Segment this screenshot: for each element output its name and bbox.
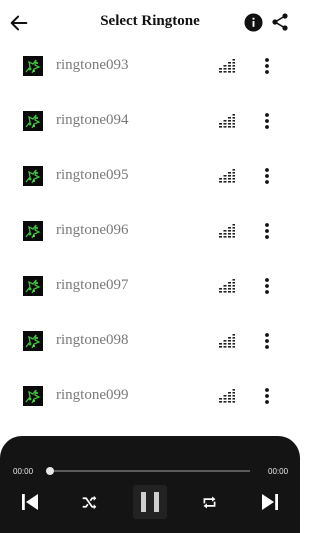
equalizer-icon[interactable]: [218, 278, 236, 294]
ringtone-name: ringtone096: [56, 222, 129, 238]
ringtone-thumbnail: [23, 276, 43, 296]
seek-bar[interactable]: [50, 470, 250, 472]
equalizer-icon[interactable]: [218, 223, 236, 239]
ringtone-name: ringtone093: [56, 57, 129, 73]
ringtone-row[interactable]: ringtone093: [0, 40, 300, 95]
more-options-icon[interactable]: [259, 277, 275, 295]
shuffle-icon[interactable]: [81, 494, 98, 511]
total-time: 00:00: [268, 467, 289, 476]
ringtone-name: ringtone097: [56, 277, 129, 293]
media-player: 00:00 00:00: [0, 436, 300, 533]
more-options-icon[interactable]: [259, 222, 275, 240]
equalizer-icon[interactable]: [218, 388, 236, 404]
pause-icon: [141, 492, 159, 512]
more-options-icon[interactable]: [259, 57, 275, 75]
ringtone-row[interactable]: ringtone094: [0, 95, 300, 150]
ringtone-row[interactable]: ringtone098: [0, 315, 300, 370]
ringtone-thumbnail: [23, 221, 43, 241]
ringtone-name: ringtone094: [56, 112, 129, 128]
equalizer-icon[interactable]: [218, 168, 236, 184]
ringtone-thumbnail: [23, 111, 43, 131]
ringtone-thumbnail: [23, 386, 43, 406]
repeat-icon[interactable]: [201, 494, 218, 511]
current-time: 00:00: [13, 467, 34, 476]
more-options-icon[interactable]: [259, 332, 275, 350]
ringtone-thumbnail: [23, 56, 43, 76]
equalizer-icon[interactable]: [218, 113, 236, 129]
ringtone-row[interactable]: ringtone096: [0, 205, 300, 260]
ringtone-name: ringtone098: [56, 332, 129, 348]
equalizer-icon[interactable]: [218, 333, 236, 349]
share-icon[interactable]: [270, 12, 290, 32]
skip-previous-icon[interactable]: [20, 492, 40, 512]
ringtone-row[interactable]: ringtone097: [0, 260, 300, 315]
ringtone-thumbnail: [23, 166, 43, 186]
more-options-icon[interactable]: [259, 167, 275, 185]
ringtone-row[interactable]: ringtone095: [0, 150, 300, 205]
ringtone-thumbnail: [23, 331, 43, 351]
skip-next-icon[interactable]: [260, 492, 280, 512]
more-options-icon[interactable]: [259, 112, 275, 130]
ringtone-row[interactable]: ringtone099: [0, 370, 300, 425]
pause-button[interactable]: [133, 485, 167, 519]
ringtone-name: ringtone099: [56, 387, 129, 403]
info-icon[interactable]: [244, 13, 263, 32]
ringtone-name: ringtone095: [56, 167, 129, 183]
equalizer-icon[interactable]: [218, 58, 236, 74]
seek-handle[interactable]: [46, 467, 54, 475]
more-options-icon[interactable]: [259, 387, 275, 405]
